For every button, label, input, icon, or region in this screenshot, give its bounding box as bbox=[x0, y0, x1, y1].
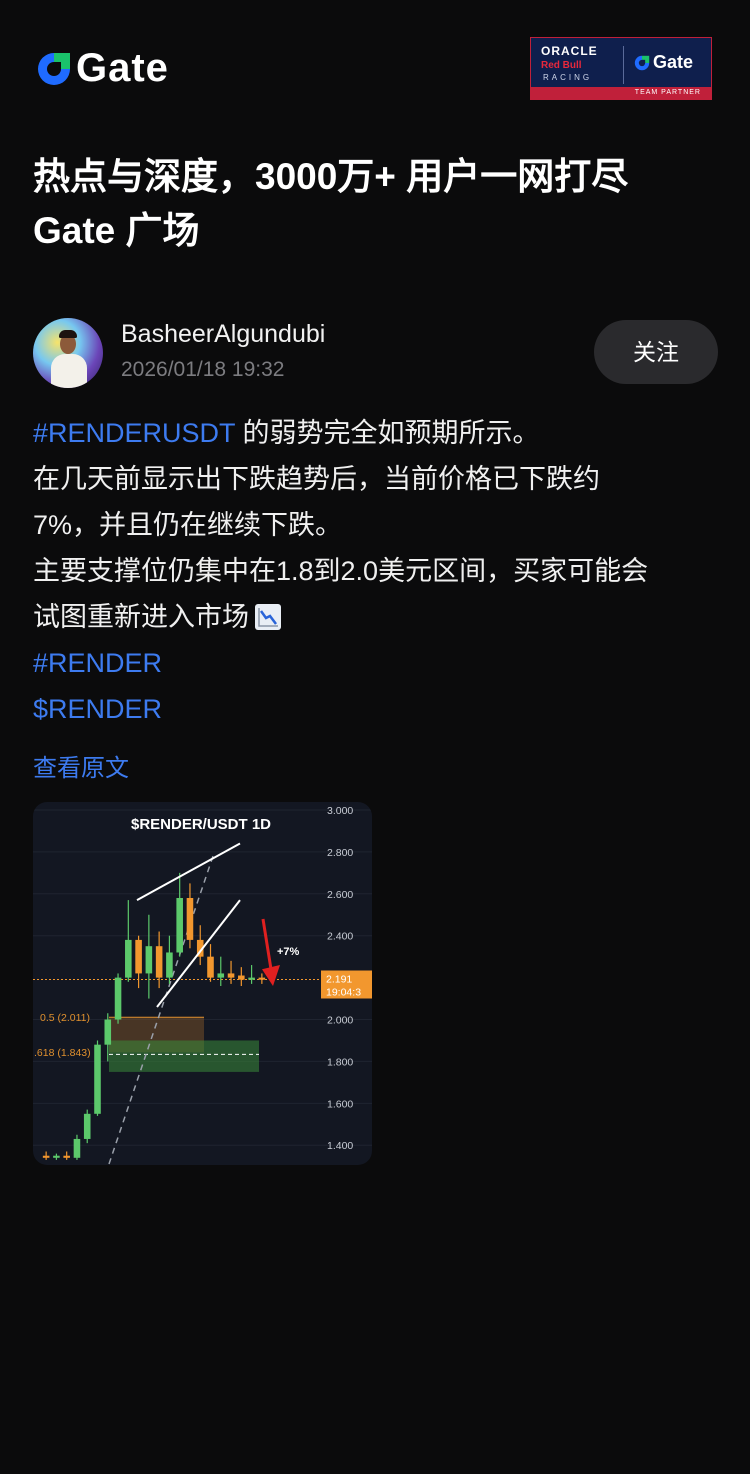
redbull-logo: Red Bull bbox=[541, 60, 582, 71]
partner-divider bbox=[623, 46, 624, 84]
candle-body bbox=[248, 977, 255, 980]
post-timestamp: 2026/01/18 19:32 bbox=[121, 358, 285, 381]
post-line-5-text: 试图重新进入市场 bbox=[33, 602, 249, 632]
avatar[interactable] bbox=[33, 318, 103, 388]
hashtag-renderusdt[interactable]: #RENDERUSDT bbox=[33, 418, 235, 448]
candle-body bbox=[125, 939, 132, 978]
arrow-head bbox=[262, 965, 280, 986]
candle-body bbox=[94, 1044, 101, 1114]
candle-body bbox=[258, 977, 266, 980]
post-line-5: 试图重新进入市场 bbox=[33, 594, 723, 640]
gate-logo[interactable]: Gate bbox=[34, 46, 169, 91]
candle-body bbox=[145, 946, 153, 974]
y-tick-label: 1.600 bbox=[327, 1098, 353, 1110]
post-line-3: 7%，并且仍在继续下跌。 bbox=[33, 510, 343, 540]
candle-body bbox=[63, 1155, 70, 1158]
view-original-link[interactable]: 查看原文 bbox=[33, 748, 129, 783]
fib-0618-label: .618 (1.843) bbox=[34, 1047, 91, 1059]
page-headline: 热点与深度，3000万+ 用户一网打尽 Gate 广场 bbox=[33, 150, 723, 258]
team-partner-label: TEAM PARTNER bbox=[531, 87, 711, 99]
candle-body bbox=[135, 939, 142, 974]
gate-logo-icon bbox=[38, 52, 70, 85]
partner-gate-text: Gate bbox=[653, 52, 694, 72]
candle-body bbox=[42, 1155, 50, 1158]
post-line-4: 主要支撑位仍集中在1.8到2.0美元区间，买家可能会 bbox=[33, 556, 649, 586]
fib-05-label: 0.5 (2.011) bbox=[40, 1012, 90, 1024]
price-tag: 2.191 19:04:3 bbox=[321, 970, 372, 999]
trend-dash-line bbox=[108, 855, 214, 1165]
candle-body bbox=[83, 1113, 91, 1139]
author-name[interactable]: BasheerAlgundubi bbox=[121, 320, 325, 349]
post-chart-image[interactable]: $RENDER/USDT 1D +7% 0.5 (2.011) .618 (1.… bbox=[33, 802, 372, 1165]
candle-body bbox=[186, 898, 194, 940]
y-tick-label: 2.800 bbox=[327, 847, 353, 859]
headline-line-2: Gate 广场 bbox=[33, 210, 200, 251]
candle-body bbox=[155, 946, 163, 978]
post-author: BasheerAlgundubi 2026/01/18 19:32 关注 bbox=[33, 316, 723, 388]
chart-title: $RENDER/USDT 1D bbox=[131, 816, 271, 833]
candle-body bbox=[53, 1155, 60, 1158]
candle-body bbox=[166, 952, 173, 978]
candle-body bbox=[176, 898, 183, 953]
partner-gate-logo: Gate bbox=[633, 52, 693, 73]
candle-body bbox=[238, 975, 245, 980]
candle-body bbox=[104, 1019, 112, 1045]
support-zone bbox=[109, 1040, 259, 1072]
current-price-label: 2.191 bbox=[326, 974, 352, 986]
y-tick-label: 1.400 bbox=[327, 1140, 353, 1152]
team-partner-banner[interactable]: ORACLE Red Bull RACING Gate TEAM PARTNER bbox=[530, 37, 712, 100]
chart-annotation: +7% bbox=[277, 946, 300, 958]
candle-body bbox=[73, 1138, 81, 1158]
post-line-1: #RENDERUSDT 的弱势完全如预期所示。 bbox=[33, 410, 723, 456]
candle-body bbox=[114, 977, 122, 1020]
cashtag-render[interactable]: $RENDER bbox=[33, 686, 723, 732]
arrow-shaft bbox=[261, 918, 273, 970]
chart-decreasing-icon bbox=[255, 604, 281, 630]
follow-button[interactable]: 关注 bbox=[594, 320, 718, 384]
candle-body bbox=[227, 973, 235, 978]
oracle-logo: ORACLE bbox=[541, 44, 598, 58]
post-line-1-text: 的弱势完全如预期所示。 bbox=[235, 418, 540, 448]
y-tick-label: 2.000 bbox=[327, 1015, 353, 1027]
candle-body bbox=[217, 973, 225, 978]
headline-line-1: 热点与深度，3000万+ 用户一网打尽 bbox=[33, 156, 629, 197]
candle-body bbox=[207, 956, 214, 978]
gate-logo-text: Gate bbox=[76, 46, 169, 90]
avatar-hair bbox=[59, 330, 77, 338]
racing-label: RACING bbox=[543, 73, 593, 82]
avatar-body bbox=[51, 354, 87, 388]
y-tick-label: 2.400 bbox=[327, 931, 353, 943]
candlestick-chart: $RENDER/USDT 1D +7% 0.5 (2.011) .618 (1.… bbox=[33, 805, 372, 1165]
y-tick-label: 1.800 bbox=[327, 1056, 353, 1068]
hashtag-render[interactable]: #RENDER bbox=[33, 640, 723, 686]
post-body: #RENDERUSDT 的弱势完全如预期所示。 在几天前显示出下跌趋势后，当前价… bbox=[33, 410, 723, 732]
app-header: Gate ORACLE Red Bull RACING Gate TEAM PA… bbox=[0, 0, 750, 140]
gate-mini-icon bbox=[634, 55, 650, 70]
candle-countdown-label: 19:04:3 bbox=[326, 987, 361, 999]
post-line-2: 在几天前显示出下跌趋势后，当前价格已下跌约 bbox=[33, 464, 600, 494]
y-tick-label: 2.600 bbox=[327, 889, 353, 901]
y-tick-label: 3.000 bbox=[327, 805, 353, 817]
